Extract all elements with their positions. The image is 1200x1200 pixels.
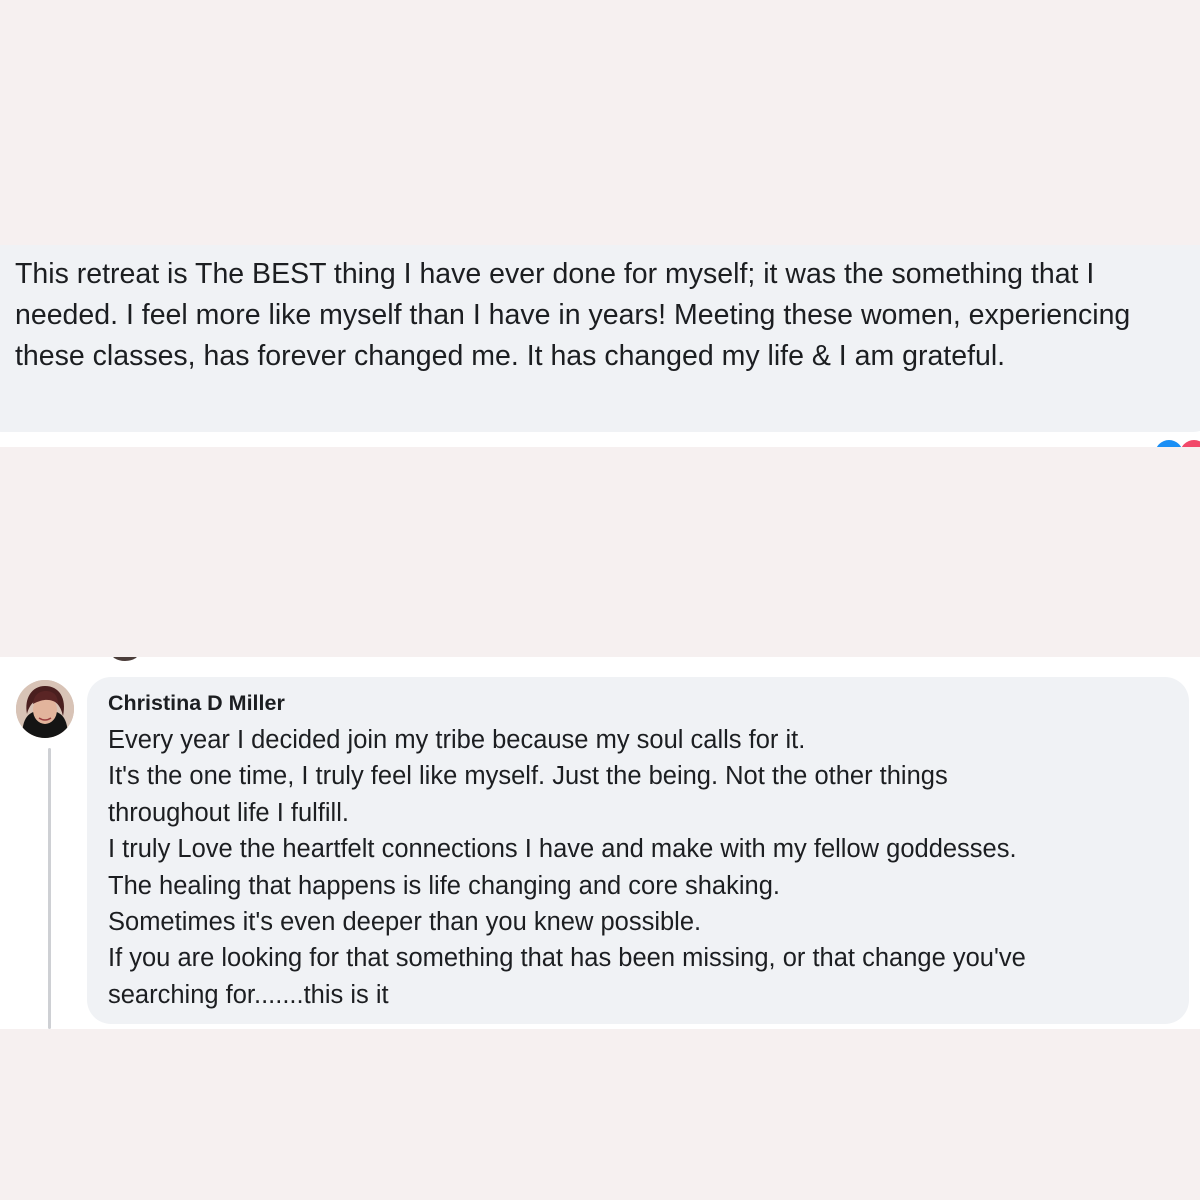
previous-avatar-fragment xyxy=(110,657,140,661)
comment-author[interactable]: Christina D Miller xyxy=(108,691,285,716)
comment-line: Every year I decided join my tribe becau… xyxy=(108,726,806,754)
comment-body: Every year I decided join my tribe becau… xyxy=(108,722,1178,1013)
comment-line: searching for.......this is it xyxy=(108,980,389,1009)
thread-line xyxy=(48,748,51,1029)
top-comment-bubble: ˙ ˙ ˙ ˙ ˙ ˙ ˙ ˙ ˙ ˙ This retreat is The … xyxy=(0,245,1200,432)
comment-line: If you are looking for that something th… xyxy=(108,944,1026,973)
bottom-comment-panel: Christina D Miller Every year I decided … xyxy=(0,657,1200,1029)
avatar[interactable] xyxy=(16,680,74,738)
like-icon[interactable] xyxy=(1155,440,1183,447)
top-comment-text: This retreat is The BEST thing I have ev… xyxy=(15,258,1131,372)
comment-line: The healing that happens is life changin… xyxy=(108,871,780,900)
profile-photo-icon xyxy=(16,680,74,738)
comment-line: throughout life I fulfill. xyxy=(108,798,349,827)
comment-line: Sometimes it's even deeper than you knew… xyxy=(108,908,702,937)
comment-bubble: Christina D Miller Every year I decided … xyxy=(87,677,1189,1024)
comment-line: It's the one time, I truly feel like mys… xyxy=(108,762,948,791)
top-comment-panel: ˙ ˙ ˙ ˙ ˙ ˙ ˙ ˙ ˙ ˙ This retreat is The … xyxy=(0,245,1200,447)
comment-line: I truly Love the heartfelt connections I… xyxy=(108,835,1017,864)
love-icon[interactable] xyxy=(1180,440,1200,447)
